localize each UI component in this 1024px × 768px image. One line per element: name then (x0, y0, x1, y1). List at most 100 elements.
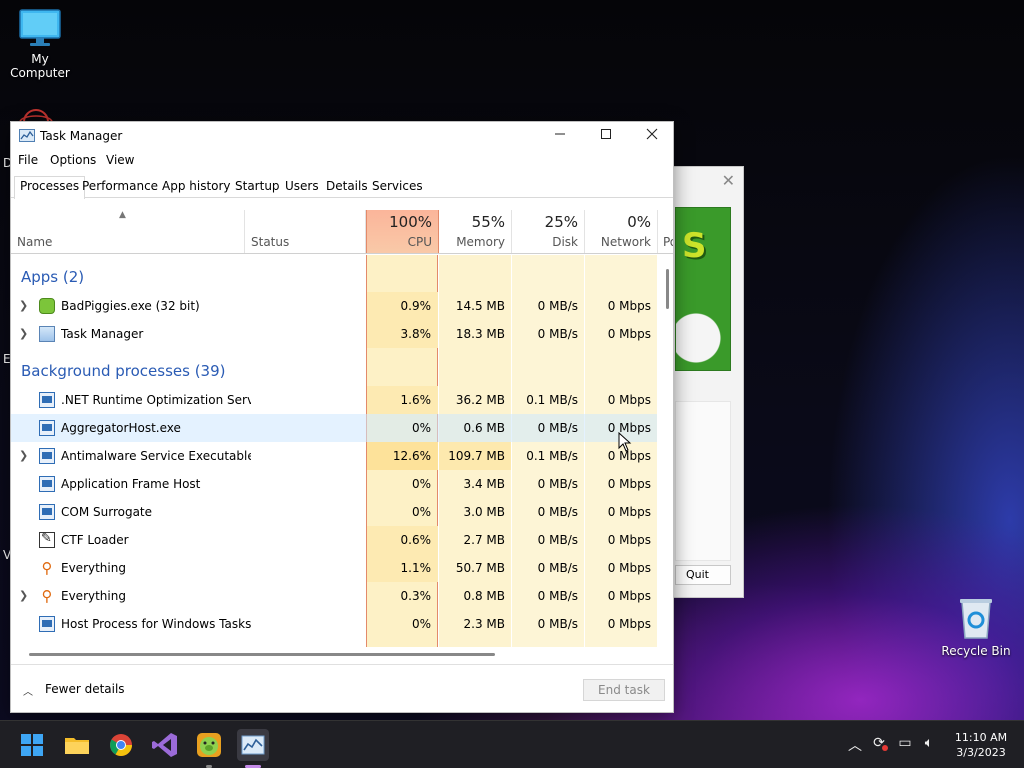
column-label-name: Name (17, 235, 53, 249)
minimize-button[interactable] (537, 122, 583, 150)
table-row[interactable]: ⚲ Everything 1.1% 50.7 MB 0 MB/s 0 Mbps (11, 554, 657, 582)
minimize-icon (555, 133, 565, 135)
close-button[interactable] (629, 122, 675, 150)
process-cpu: 1.1% (400, 561, 432, 575)
table-row[interactable]: ❯ Antimalware Service Executable 12.6% 1… (11, 442, 657, 470)
recycle-bin-label: Recycle Bin (941, 644, 1011, 658)
volume-icon[interactable]: 🔈︎ (920, 735, 938, 751)
start-button[interactable] (16, 729, 48, 761)
column-label-power: Po (663, 235, 673, 249)
fewer-details-link[interactable]: Fewer details (45, 682, 125, 696)
taskbar-clock[interactable]: 11:10 AM 3/3/2023 (950, 730, 1012, 760)
group-header-apps[interactable]: Apps (2) (21, 268, 84, 286)
process-name: Antimalware Service Executable (61, 449, 251, 463)
cpu-total-percent: 100% (389, 213, 432, 231)
tab-users[interactable]: Users (279, 176, 325, 197)
table-row[interactable]: ❯ Task Manager 3.8% 18.3 MB 0 MB/s 0 Mbp… (11, 320, 657, 348)
chrome-icon (110, 734, 132, 756)
column-label-disk: Disk (552, 235, 578, 249)
process-disk: 0 MB/s (537, 505, 578, 519)
everything-search-icon: ⚲ (41, 559, 53, 577)
column-label-cpu: CPU (407, 235, 432, 249)
chevron-right-icon[interactable]: ❯ (19, 449, 28, 462)
column-header-disk[interactable]: 25% Disk (512, 210, 585, 253)
task-manager-icon (19, 129, 35, 142)
tab-startup[interactable]: Startup (229, 176, 286, 197)
app-window-icon (39, 504, 55, 520)
menu-file[interactable]: File (18, 153, 38, 167)
group-header-background-processes[interactable]: Background processes (39) (21, 362, 226, 380)
process-list[interactable]: Apps (2) ❯ BadPiggies.exe (32 bit) 0.9% … (11, 255, 663, 647)
process-name: .NET Runtime Optimization Serv... (61, 393, 251, 407)
process-memory: 3.0 MB (463, 505, 505, 519)
table-row[interactable]: CTF Loader 0.6% 2.7 MB 0 MB/s 0 Mbps (11, 526, 657, 554)
table-row[interactable]: ❯ BadPiggies.exe (32 bit) 0.9% 14.5 MB 0… (11, 292, 657, 320)
taskbar-visual-studio[interactable] (149, 729, 181, 761)
table-row[interactable]: Host Process for Windows Tasks 0% 2.3 MB… (11, 610, 657, 638)
my-computer-label: My Computer (10, 52, 70, 80)
process-memory: 14.5 MB (455, 299, 505, 313)
process-cpu: 0.6% (400, 533, 432, 547)
process-name: COM Surrogate (61, 505, 153, 519)
end-task-button[interactable]: End task (583, 679, 665, 701)
app-window-icon (39, 420, 55, 436)
game-banner-image: S (675, 207, 731, 371)
menu-options[interactable]: Options (50, 153, 96, 167)
table-row[interactable]: .NET Runtime Optimization Serv... 1.6% 3… (11, 386, 657, 414)
column-header-status[interactable]: Status (245, 210, 366, 253)
tab-app-history[interactable]: App history (156, 176, 237, 197)
chevron-right-icon[interactable]: ❯ (19, 299, 28, 312)
file-explorer-icon (65, 738, 89, 754)
taskbar-task-manager[interactable] (237, 729, 269, 768)
table-row[interactable]: ❯ ⚲ Everything 0.3% 0.8 MB 0 MB/s 0 Mbps (11, 582, 657, 610)
table-row-hovered[interactable]: AggregatorHost.exe 0% 0.6 MB 0 MB/s 0 Mb… (11, 414, 657, 442)
clock-date: 3/3/2023 (956, 746, 1006, 759)
process-disk: 0 MB/s (537, 477, 578, 491)
process-cpu: 0.3% (400, 589, 432, 603)
chevron-up-icon[interactable]: ︿ (23, 683, 33, 698)
process-network: 0 Mbps (607, 505, 651, 519)
horizontal-scroll-thumb[interactable] (29, 653, 495, 656)
process-name: CTF Loader (61, 533, 129, 547)
tab-services[interactable]: Services (366, 176, 429, 197)
task-manager-window[interactable]: Task Manager File Options View Processes… (10, 121, 674, 713)
table-row[interactable]: Application Frame Host 0% 3.4 MB 0 MB/s … (11, 470, 657, 498)
column-header-power[interactable]: Po (658, 210, 673, 253)
chevron-right-icon[interactable]: ❯ (19, 589, 28, 602)
recycle-bin-desktop-icon[interactable]: Recycle Bin (940, 596, 1012, 658)
process-name: Host Process for Windows Tasks (61, 617, 251, 631)
chevron-up-icon[interactable]: ︿ (846, 735, 864, 755)
network-icon[interactable]: ▭ (896, 735, 914, 751)
process-cpu: 0% (411, 477, 431, 491)
column-header-cpu[interactable]: 100% CPU (366, 210, 439, 253)
column-header-network[interactable]: 0% Network (585, 210, 658, 253)
bad-piggies-icon (39, 298, 55, 314)
tab-processes[interactable]: Processes (14, 176, 86, 199)
dialog-content-panel (675, 401, 731, 561)
dialog-close-icon[interactable]: ✕ (722, 171, 735, 190)
table-row[interactable]: COM Surrogate 0% 3.0 MB 0 MB/s 0 Mbps (11, 498, 657, 526)
my-computer-desktop-icon[interactable]: My Computer (0, 8, 80, 80)
vertical-scroll-thumb[interactable] (666, 269, 669, 309)
taskbar-file-explorer[interactable] (61, 729, 93, 761)
chevron-right-icon[interactable]: ❯ (19, 327, 28, 340)
app-window-icon (39, 476, 55, 492)
menu-view[interactable]: View (106, 153, 134, 167)
tab-performance[interactable]: Performance (76, 176, 164, 197)
column-header-name[interactable]: Name (11, 210, 245, 253)
column-label-memory: Memory (456, 235, 505, 249)
vertical-scrollbar[interactable] (664, 255, 672, 647)
taskbar-bad-piggies[interactable] (193, 729, 225, 768)
process-network: 0 Mbps (607, 589, 651, 603)
maximize-button[interactable] (583, 122, 629, 150)
taskbar-chrome[interactable] (105, 729, 137, 761)
column-header-memory[interactable]: 55% Memory (439, 210, 512, 253)
horizontal-scrollbar[interactable] (11, 648, 663, 658)
mouse-pointer-icon (618, 432, 632, 452)
quit-button[interactable]: Quit (675, 565, 731, 585)
process-cpu: 3.8% (400, 327, 432, 341)
process-memory: 18.3 MB (455, 327, 505, 341)
process-disk: 0 MB/s (537, 617, 578, 631)
process-memory: 0.6 MB (463, 421, 505, 435)
title-bar[interactable]: Task Manager (11, 122, 673, 150)
